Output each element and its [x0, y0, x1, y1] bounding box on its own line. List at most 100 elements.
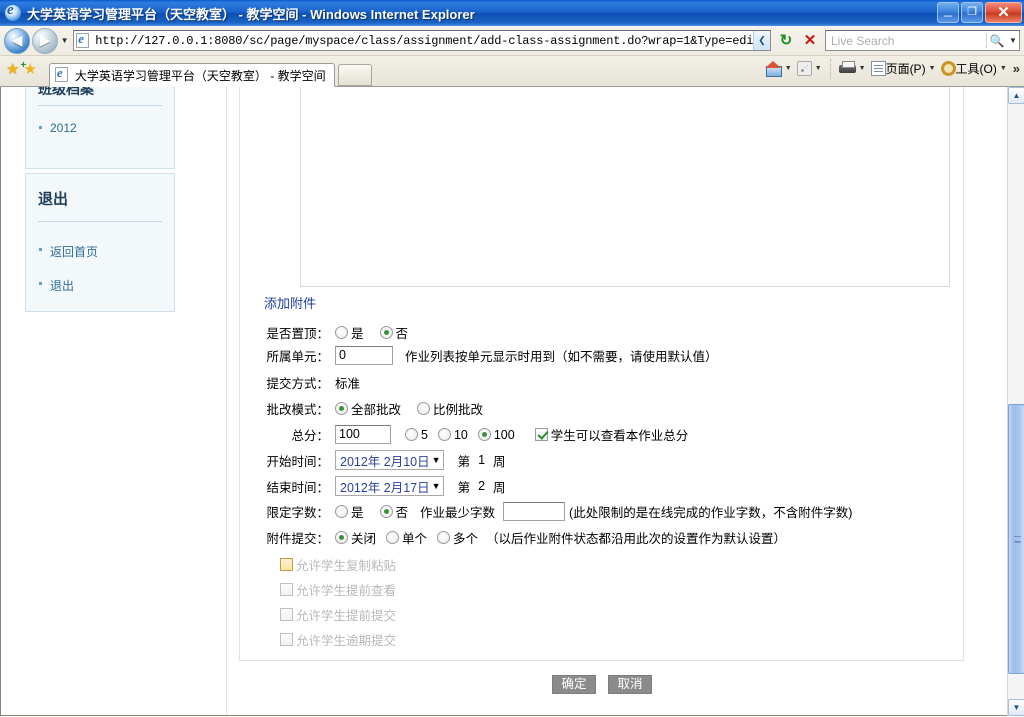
total-score-preset-group: 5 10 100 学生可以查看本作业总分 — [405, 425, 704, 444]
feeds-caret-icon[interactable]: ▼ — [815, 65, 822, 72]
address-dropdown-icon[interactable]: ❮ — [753, 31, 770, 50]
forward-arrow-icon: ▶ — [39, 32, 51, 49]
sidebar-item-2012[interactable]: 2012 — [38, 116, 162, 140]
scroll-down-button[interactable]: ▼ — [1008, 699, 1024, 716]
add-attachment-link[interactable]: 添加附件 — [264, 293, 316, 312]
address-bar[interactable]: http://127.0.0.1:8080/sc/page/myspace/cl… — [73, 30, 771, 51]
score-100-radio[interactable] — [477, 428, 491, 441]
attachment-off-radio[interactable] — [335, 531, 348, 544]
cancel-button[interactable]: 取消 — [608, 675, 652, 694]
sidebar-panel-archive: 班级档案 2012 — [25, 87, 175, 169]
allow-copy-paste-label: 允许学生复制粘贴 — [296, 559, 397, 573]
score-5-radio[interactable] — [405, 428, 418, 441]
minimize-button[interactable]: _ — [937, 2, 959, 23]
print-caret-icon[interactable]: ▼ — [859, 65, 866, 72]
sidebar-item-home[interactable]: 返回首页 — [38, 238, 162, 272]
main-content: 添加附件 是否置顶： 是 否 所属单元： 0 作业列表按单元显示时用到（如不需要… — [226, 87, 986, 715]
page-menu-button[interactable]: 页面(P) ▼ — [869, 60, 938, 77]
sidebar-panel-logout-title: 退出 — [38, 191, 69, 208]
confirm-button[interactable]: 确定 — [552, 675, 596, 694]
vertical-scrollbar[interactable]: ▲ ▼ — [1007, 87, 1024, 716]
home-button[interactable]: ▼ — [763, 61, 794, 77]
score-5-label[interactable]: 5 — [421, 428, 428, 442]
word-limit-no-radio[interactable] — [379, 505, 393, 518]
unit-input[interactable]: 0 — [335, 346, 393, 365]
attachment-single-radio[interactable] — [386, 531, 400, 544]
forward-button[interactable]: ▶ — [32, 27, 58, 54]
search-input[interactable]: Live Search — [826, 34, 986, 48]
maximize-button[interactable]: ❐ — [961, 2, 983, 23]
browser-tab-0[interactable]: 大学英语学习管理平台（天空教室） - 教学空间 — [48, 63, 335, 87]
row-submit-mode: 提交方式： 标准 — [240, 373, 963, 392]
start-time-caret-icon[interactable]: ▼ — [432, 455, 441, 465]
min-words-input[interactable] — [503, 502, 566, 521]
attachment-multi-label[interactable]: 多个 — [453, 528, 478, 547]
grade-ratio-label[interactable]: 比例批改 — [433, 399, 483, 418]
search-box[interactable]: Live Search 🔍 ▼ — [825, 30, 1020, 51]
score-100-label[interactable]: 100 — [494, 428, 515, 442]
attachment-multi-radio[interactable] — [437, 531, 451, 544]
grade-all-radio[interactable] — [335, 402, 348, 415]
tab-favicon-icon — [54, 65, 71, 83]
pin-no-label[interactable]: 否 — [396, 323, 409, 342]
student-view-score-checkbox[interactable] — [534, 428, 548, 441]
sidebar-item-logout[interactable]: 退出 — [38, 272, 162, 299]
attachment-off-label[interactable]: 关闭 — [351, 528, 376, 547]
scroll-up-arrow-icon: ▲ — [1012, 91, 1021, 100]
row-word-limit: 限定字数： 是 否 作业最少字数 (此处限制的是在线完成的作业字数，不含附件字数… — [240, 502, 963, 521]
grade-ratio-radio[interactable] — [417, 402, 431, 415]
allow-copy-paste-checkbox[interactable] — [280, 558, 293, 571]
pin-yes-label[interactable]: 是 — [351, 323, 364, 342]
score-10-radio[interactable] — [437, 428, 451, 441]
pin-yes-radio[interactable] — [335, 326, 348, 339]
print-button[interactable]: ▼ — [837, 61, 868, 76]
assignment-form-card: 添加附件 是否置顶： 是 否 所属单元： 0 作业列表按单元显示时用到（如不需要… — [239, 87, 964, 661]
word-limit-no-label[interactable]: 否 — [396, 502, 409, 521]
home-caret-icon[interactable]: ▼ — [785, 65, 792, 72]
add-favorite-icon[interactable]: ★ — [20, 58, 37, 77]
allow-early-view-checkbox[interactable] — [280, 583, 293, 596]
allow-early-view-label: 允许学生提前查看 — [296, 584, 397, 598]
start-time-label: 开始时间： — [266, 454, 329, 469]
scrollbar-thumb[interactable] — [1008, 404, 1024, 674]
ie-app-icon — [5, 2, 22, 22]
tools-caret-icon[interactable]: ▼ — [1000, 65, 1007, 72]
row-start-time: 开始时间： 2012年 2月10日 ▼ 第 1 周 — [240, 450, 963, 470]
search-icon[interactable]: 🔍 — [987, 34, 1007, 48]
overflow-chevron-icon[interactable]: » — [1010, 61, 1020, 76]
allow-late-submit-checkbox[interactable] — [280, 633, 293, 646]
start-time-picker[interactable]: 2012年 2月10日 ▼ — [335, 450, 444, 470]
end-time-label: 结束时间： — [266, 480, 329, 495]
end-time-picker[interactable]: 2012年 2月17日 ▼ — [335, 476, 444, 496]
page-caret-icon[interactable]: ▼ — [929, 65, 936, 72]
attachment-single-label[interactable]: 单个 — [402, 528, 427, 547]
sidebar-panel-logout: 退出 返回首页 退出 — [25, 173, 175, 312]
pin-no-radio[interactable] — [379, 326, 393, 339]
scroll-up-button[interactable]: ▲ — [1008, 87, 1024, 104]
score-10-label[interactable]: 10 — [454, 428, 468, 442]
assignment-content-editor[interactable] — [300, 87, 950, 287]
tools-menu-button[interactable]: 工具(O) ▼ — [939, 60, 1009, 77]
refresh-icon[interactable]: ↻ — [774, 29, 798, 53]
new-tab-button[interactable] — [337, 64, 372, 86]
scrollbar-track[interactable] — [1008, 104, 1024, 699]
search-dropdown-icon[interactable]: ▼ — [1007, 36, 1019, 45]
allow-early-submit-checkbox[interactable] — [280, 608, 293, 621]
student-view-score-label[interactable]: 学生可以查看本作业总分 — [551, 425, 689, 444]
history-dropdown-button[interactable]: ▼ — [58, 36, 71, 45]
close-button[interactable]: ✕ — [985, 2, 1022, 23]
word-limit-yes-label[interactable]: 是 — [351, 502, 364, 521]
end-week-number: 2 — [478, 479, 486, 493]
sidebar-divider-2 — [38, 221, 162, 222]
grade-all-label[interactable]: 全部批改 — [351, 399, 401, 418]
end-time-caret-icon[interactable]: ▼ — [432, 481, 441, 491]
word-limit-yes-radio[interactable] — [335, 505, 348, 518]
back-button[interactable]: ◀ — [4, 27, 30, 54]
end-time-value: 2012年 2月17日 — [340, 480, 430, 495]
feeds-button[interactable]: ▼ — [795, 61, 824, 76]
total-score-input[interactable]: 100 — [335, 425, 391, 444]
stop-icon[interactable]: ✕ — [798, 29, 822, 53]
sidebar: 班级档案 2012 退出 返回首页 退出 — [25, 87, 175, 316]
browser-navigation-bar: ◀ ▶ ▼ http://127.0.0.1:8080/sc/page/mysp… — [0, 26, 1024, 56]
favorites-star-icon[interactable]: ★ — [6, 62, 19, 77]
